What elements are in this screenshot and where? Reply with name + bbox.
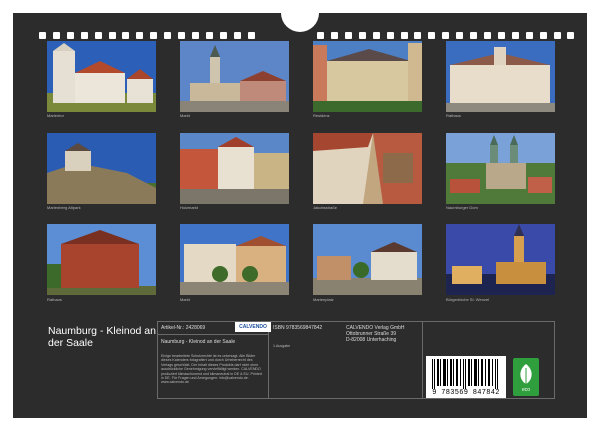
photo-caption: Rathaus (47, 297, 62, 302)
photo-caption: Markt (180, 113, 190, 118)
photo-caption: Marienplatz (313, 297, 334, 302)
photo-caption: Holzmarkt (180, 205, 199, 210)
photo-naumburger-dom (446, 133, 555, 204)
photo-caption: Rathaus (446, 113, 461, 118)
photo-caption: Naumburger Dom (446, 205, 478, 210)
legal-text: Einige bearbeitete Schutzrechte ist es u… (161, 354, 262, 385)
barcode: 9 783569 847842 (426, 356, 506, 398)
photo-caption: Marientor (47, 113, 64, 118)
photo-markt (180, 41, 289, 112)
photo-rathaus (446, 41, 555, 112)
isbn: ISBN 9783569847842 (273, 325, 323, 331)
publisher-line-3: D-82008 Unterhaching (346, 337, 397, 343)
photo-marientor (47, 41, 156, 112)
article-number: Artikel-Nr.: 2428069 (161, 325, 206, 331)
barcode-number: 9 783569 847842 (432, 389, 500, 397)
eco-label: eco (521, 387, 531, 393)
photo-caption: Residenz (313, 113, 330, 118)
edition: 1.Ausgabe (273, 344, 291, 348)
photo-caption: Bürgerkirche St. Wenzel (446, 297, 490, 302)
photo-caption: Jakobsstraße (313, 205, 338, 210)
photo-st-wenzel (446, 224, 555, 295)
photo-rathaus-brick (47, 224, 156, 295)
product-info-panel: Artikel-Nr.: 2428069 CALVENDO Naumburg -… (157, 321, 555, 399)
calendar-title: Naumburg - Kleinod an der Saale (48, 325, 156, 349)
eco-logo: eco (513, 358, 539, 396)
photo-marienplatz (313, 224, 422, 295)
photo-caption: Markt (180, 297, 190, 302)
photo-holzmarkt (180, 133, 289, 204)
photo-caption: Marienberg Altpark (47, 205, 81, 210)
photo-marienberg (47, 133, 156, 204)
photo-markt-2 (180, 224, 289, 295)
publisher-logo: CALVENDO (235, 322, 271, 332)
photo-residenz (313, 41, 422, 112)
calendar-name: Naumburg - Kleinod an der Saale (161, 339, 236, 345)
photo-jakobsstrasse (313, 133, 422, 204)
